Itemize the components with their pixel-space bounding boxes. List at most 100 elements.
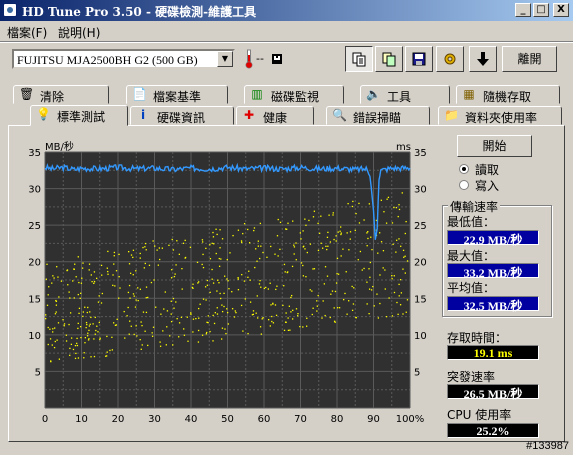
access-time-point <box>404 255 406 257</box>
access-time-point <box>257 317 259 319</box>
access-time-point <box>283 329 286 332</box>
tab-file-benchmark[interactable]: 📄 檔案基準 <box>126 85 228 104</box>
access-time-point <box>241 241 243 244</box>
access-time-point <box>258 283 261 285</box>
access-time-point <box>267 288 270 290</box>
access-time-point <box>132 256 134 259</box>
cpu-usage-value: 25.2% <box>447 423 539 438</box>
copy-screenshot-icon <box>382 52 396 67</box>
write-radio[interactable] <box>459 180 469 190</box>
temperature-value: -- <box>256 52 264 65</box>
access-time-point <box>196 261 199 264</box>
access-time-point <box>98 295 100 297</box>
access-time-point <box>205 333 207 335</box>
access-time-point <box>182 242 185 244</box>
start-button[interactable]: 開始 <box>457 135 532 157</box>
access-time-point <box>351 285 353 288</box>
access-time-point <box>144 262 146 265</box>
chart-xtick: 100% <box>396 414 425 425</box>
access-time-point <box>47 343 49 346</box>
access-time-point <box>166 310 169 312</box>
tab-error-scan[interactable]: 🔍 錯誤掃瞄 <box>326 106 430 125</box>
access-time-point <box>85 321 88 324</box>
tab-drive-info[interactable]: i 硬碟資訊 <box>130 106 234 125</box>
chart-xtick: 70 <box>294 414 307 425</box>
access-time-point <box>218 282 220 284</box>
access-time-point <box>371 248 373 251</box>
access-time-point <box>404 272 406 274</box>
access-time-point <box>127 291 130 294</box>
access-time-point <box>399 304 402 306</box>
tab-folder-usage[interactable]: 📁 資料夾使用率 <box>438 106 562 125</box>
download-button[interactable] <box>469 46 497 72</box>
access-time-point <box>170 300 172 302</box>
access-time-point <box>139 288 142 290</box>
access-time-point <box>217 279 219 281</box>
tab-tools[interactable]: 🔈 工具 <box>360 85 450 104</box>
chart-ytick-right: 25 <box>414 221 427 232</box>
menu-help[interactable]: 說明(H) <box>58 24 100 41</box>
access-time-point <box>111 349 114 351</box>
tab-health[interactable]: ✚ 健康 <box>236 106 314 125</box>
access-time-point <box>257 245 260 247</box>
access-time-point <box>50 360 52 362</box>
access-time-point <box>259 257 261 260</box>
access-time-point <box>209 291 211 294</box>
copy-text-button[interactable] <box>345 46 373 72</box>
access-time-point <box>266 256 268 258</box>
access-time-point <box>172 297 175 300</box>
minimize-button[interactable]: _ <box>515 3 531 17</box>
save-button[interactable] <box>405 46 433 72</box>
access-time-point <box>237 277 239 279</box>
window-title: HD Tune Pro 3.50 - 硬碟檢測-維護工具 <box>22 5 257 19</box>
access-time-point <box>269 282 271 284</box>
access-time-point <box>197 341 200 343</box>
access-time-point <box>195 317 197 320</box>
tab-random-access[interactable]: ▦ 隨機存取 <box>456 85 560 104</box>
access-time-point <box>259 279 261 282</box>
tab-erase[interactable]: 🗑 清除 <box>13 85 109 104</box>
access-time-point <box>237 289 240 291</box>
access-time-point <box>128 263 131 265</box>
options-button[interactable] <box>436 46 464 72</box>
access-time-point <box>45 317 47 320</box>
chevron-down-icon[interactable]: ▼ <box>217 51 233 67</box>
access-time-point <box>241 273 243 276</box>
access-time-point <box>330 293 332 295</box>
access-time-point <box>60 280 63 282</box>
access-time-point <box>113 251 116 254</box>
access-time-point <box>202 298 205 300</box>
access-time-point <box>156 249 158 251</box>
menu-file[interactable]: 檔案(F) <box>7 24 47 41</box>
access-time-point <box>340 232 342 234</box>
maximize-button[interactable]: □ <box>533 3 549 17</box>
access-time-point <box>226 258 228 261</box>
drive-select[interactable]: FUJITSU MJA2500BH G2 (500 GB) ▼ <box>12 49 235 69</box>
access-time-point <box>84 337 87 339</box>
access-time-point <box>334 321 336 323</box>
access-time-point <box>55 304 58 306</box>
exit-button[interactable]: 離開 <box>502 46 557 72</box>
access-time-point <box>73 297 75 299</box>
access-time-point <box>107 273 109 275</box>
access-time-point <box>152 326 155 328</box>
copy-screenshot-button[interactable] <box>375 46 403 72</box>
access-time-point <box>400 292 403 294</box>
access-time-point <box>277 255 279 257</box>
tab-disk-monitor[interactable]: ▥ 磁碟監視 <box>244 85 344 104</box>
close-button[interactable]: X <box>553 3 569 17</box>
access-time-point <box>370 289 373 291</box>
access-time-point <box>135 325 137 327</box>
access-time-point <box>76 337 78 340</box>
access-time-point <box>283 285 285 287</box>
access-time-point <box>309 243 312 245</box>
access-time-point <box>94 333 96 335</box>
access-time-point <box>140 348 142 350</box>
access-time-point <box>391 315 394 317</box>
tab-benchmark[interactable]: 💡 標準測試 <box>30 105 128 126</box>
access-time-point <box>197 329 200 332</box>
access-time-point <box>75 276 77 278</box>
access-time-point <box>221 304 223 306</box>
read-radio[interactable] <box>459 164 469 174</box>
access-time-point <box>228 288 230 290</box>
